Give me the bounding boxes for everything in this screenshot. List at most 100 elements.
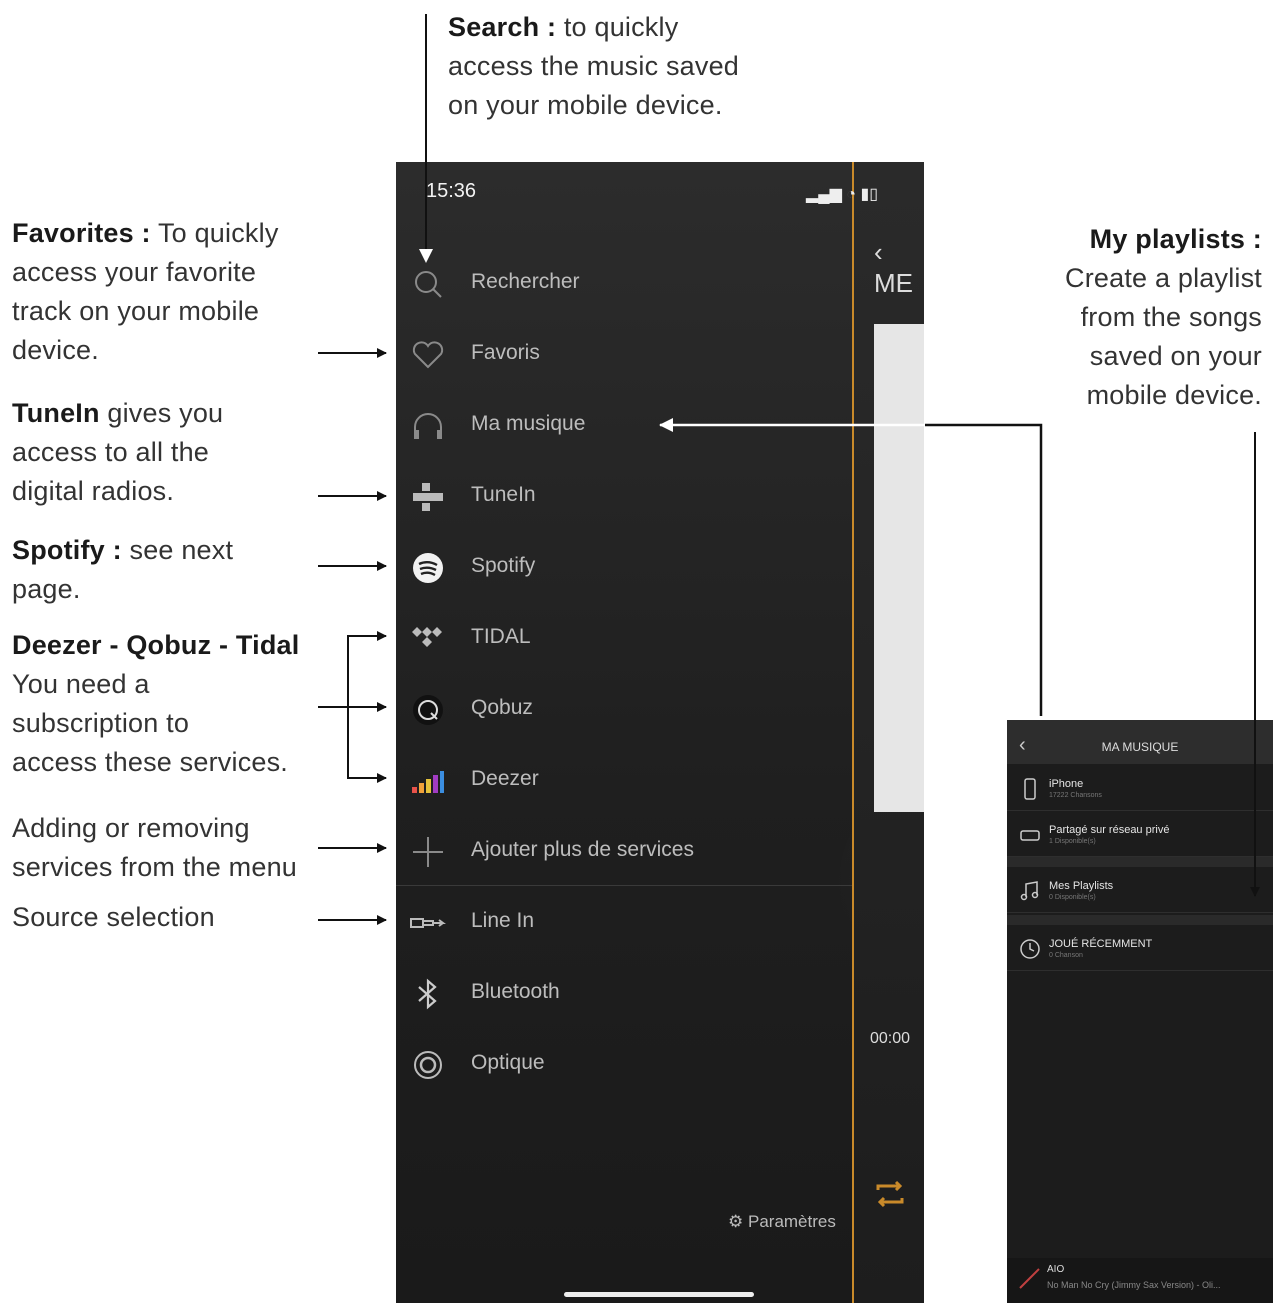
- menu-divider: [396, 885, 852, 886]
- qobuz-icon: [413, 695, 443, 725]
- adding-services-annotation: Adding or removing services from the men…: [12, 809, 297, 887]
- favorites-annotation-title: Favorites :: [12, 218, 151, 248]
- my-music-header: ‹ MA MUSIQUE: [1007, 720, 1273, 764]
- section-gap: [1007, 857, 1273, 867]
- my-music-row-recent[interactable]: JOUÉ RÉCEMMENT 0 Chanson: [1007, 926, 1273, 971]
- row-title: Mes Playlists: [1049, 880, 1114, 892]
- source-selection-annotation: Source selection: [12, 898, 215, 937]
- menu-item-tunein[interactable]: TuneIn: [396, 461, 852, 532]
- row-title: JOUÉ RÉCEMMENT: [1049, 938, 1153, 950]
- playlists-annotation: My playlists : Create a playlist from th…: [1000, 220, 1262, 415]
- menu-item-label: Bluetooth: [471, 980, 560, 1003]
- my-music-row-playlists[interactable]: Mes Playlists 0 Disponible(s): [1007, 868, 1273, 913]
- tunein-annotation-title: TuneIn: [12, 398, 100, 428]
- search-annotation-line: access the music saved: [448, 51, 740, 81]
- favorites-annotation-line: To quickly: [157, 218, 279, 248]
- menu-item-qobuz[interactable]: Qobuz: [396, 674, 852, 745]
- spotify-icon: [413, 553, 443, 583]
- deezer-callout-arrow: [347, 706, 387, 783]
- menu-item-label: Ma musique: [471, 412, 586, 435]
- menu-item-label: Deezer: [471, 767, 539, 790]
- guitar-icon: [1019, 1268, 1040, 1289]
- now-playing-subtitle: No Man No Cry (Jimmy Sax Version) - Oli.…: [1047, 1280, 1221, 1290]
- section-gap: [1007, 915, 1273, 925]
- gear-icon: ⚙: [728, 1212, 744, 1231]
- my-music-row-network[interactable]: Partagé sur réseau privé 1 Disponible(s): [1007, 812, 1273, 857]
- search-annotation-line: on your mobile device.: [448, 90, 723, 120]
- search-annotation: Search : to quickly access the music sav…: [448, 8, 739, 125]
- album-art: [874, 324, 924, 812]
- tidal-callout-arrow: [347, 631, 387, 706]
- menu-item-ma-musique[interactable]: Ma musique: [396, 390, 852, 461]
- row-subtitle: 0 Chanson: [1049, 952, 1083, 959]
- menu-item-optique[interactable]: Optique: [396, 1029, 852, 1100]
- playlists-annotation-title: My playlists :: [1089, 224, 1262, 254]
- playlists-annotation-line: saved on your: [1089, 341, 1262, 371]
- spotify-annotation-line: page.: [12, 574, 81, 604]
- heart-icon: [412, 341, 444, 369]
- streaming-services-annotation-line: You need a: [12, 669, 150, 699]
- my-music-callout-line: [925, 423, 1043, 716]
- optical-icon: [414, 1051, 442, 1079]
- playlists-annotation-line: mobile device.: [1086, 380, 1262, 410]
- adding-services-annotation-line: Adding or removing: [12, 813, 250, 843]
- tunein-annotation-line: digital radios.: [12, 476, 175, 506]
- favorites-annotation: Favorites : To quickly access your favor…: [12, 214, 279, 370]
- tunein-annotation: TuneIn gives you access to all the digit…: [12, 394, 223, 511]
- spotify-annotation-title: Spotify :: [12, 535, 122, 565]
- status-icons: ▂▄▆ ◔ ▮▯: [806, 186, 879, 203]
- playlists-annotation-line: Create a playlist: [1065, 263, 1262, 293]
- menu-item-spotify[interactable]: Spotify: [396, 532, 852, 603]
- streaming-services-annotation: Deezer - Qobuz - Tidal You need a subscr…: [12, 626, 299, 782]
- row-subtitle: 0 Disponible(s): [1049, 894, 1096, 901]
- spotify-annotation-line: see next: [129, 535, 234, 565]
- deezer-icon: [412, 771, 444, 793]
- back-button[interactable]: ‹ ME: [874, 237, 924, 299]
- bluetooth-icon: [418, 978, 437, 1010]
- streaming-services-annotation-line: subscription to: [12, 708, 190, 738]
- menu-item-line-in[interactable]: Line In: [396, 887, 852, 958]
- adding-services-annotation-line: services from the menu: [12, 852, 297, 882]
- my-music-title: MA MUSIQUE: [1101, 740, 1179, 754]
- plus-icon: [413, 837, 443, 867]
- home-indicator[interactable]: [564, 1292, 754, 1297]
- menu-item-label: Line In: [471, 909, 535, 932]
- status-time: 15:36: [426, 180, 477, 202]
- menu-item-rechercher[interactable]: Rechercher: [396, 248, 852, 319]
- now-playing-title: AIO: [1047, 1264, 1065, 1275]
- row-title: iPhone: [1049, 778, 1084, 790]
- menu-item-label: Ajouter plus de services: [471, 838, 694, 861]
- playlists-annotation-line: from the songs: [1080, 302, 1262, 332]
- source-selection-annotation-line: Source selection: [12, 902, 215, 932]
- clock-icon: [1020, 939, 1040, 959]
- row-title: Partagé sur réseau privé: [1049, 824, 1170, 836]
- menu-item-label: TuneIn: [471, 483, 536, 506]
- menu-item-favoris[interactable]: Favoris: [396, 319, 852, 390]
- track-time: 00:00: [870, 1030, 911, 1047]
- menu-item-tidal[interactable]: TIDAL: [396, 603, 852, 674]
- tunein-annotation-line: access to all the: [12, 437, 210, 467]
- music-note-icon: [1020, 881, 1039, 901]
- now-playing-bar[interactable]: AIO No Man No Cry (Jimmy Sax Version) - …: [1007, 1258, 1273, 1303]
- my-music-row-iphone[interactable]: iPhone 17222 Chansons: [1007, 766, 1273, 811]
- repeat-icon[interactable]: [872, 1176, 908, 1212]
- menu-item-label: TIDAL: [471, 625, 531, 648]
- menu-item-deezer[interactable]: Deezer: [396, 745, 852, 816]
- headphones-icon: [414, 413, 442, 439]
- search-annotation-line: to quickly: [563, 12, 679, 42]
- row-subtitle: 1 Disponible(s): [1049, 838, 1096, 845]
- streaming-services-annotation-line: access these services.: [12, 747, 289, 777]
- menu-item-bluetooth[interactable]: Bluetooth: [396, 958, 852, 1029]
- menu-item-ajouter-services[interactable]: Ajouter plus de services: [396, 816, 852, 887]
- phone-menu-screen: 15:36 ▂▄▆ ◔ ▮▯ ‹ ME 00:00 Rechercher Fav…: [396, 162, 924, 1303]
- settings-button[interactable]: ⚙ Paramètres: [728, 1212, 836, 1232]
- phone-icon: [1024, 778, 1036, 800]
- settings-label: Paramètres: [747, 1212, 836, 1231]
- menu-item-label: Spotify: [471, 554, 536, 577]
- spotify-annotation: Spotify : see next page.: [12, 531, 233, 609]
- network-drive-icon: [1020, 830, 1040, 841]
- tunein-icon: [413, 483, 443, 511]
- menu-item-label: Optique: [471, 1051, 545, 1074]
- menu-item-label: Rechercher: [471, 270, 580, 293]
- favorites-annotation-line: device.: [12, 335, 99, 365]
